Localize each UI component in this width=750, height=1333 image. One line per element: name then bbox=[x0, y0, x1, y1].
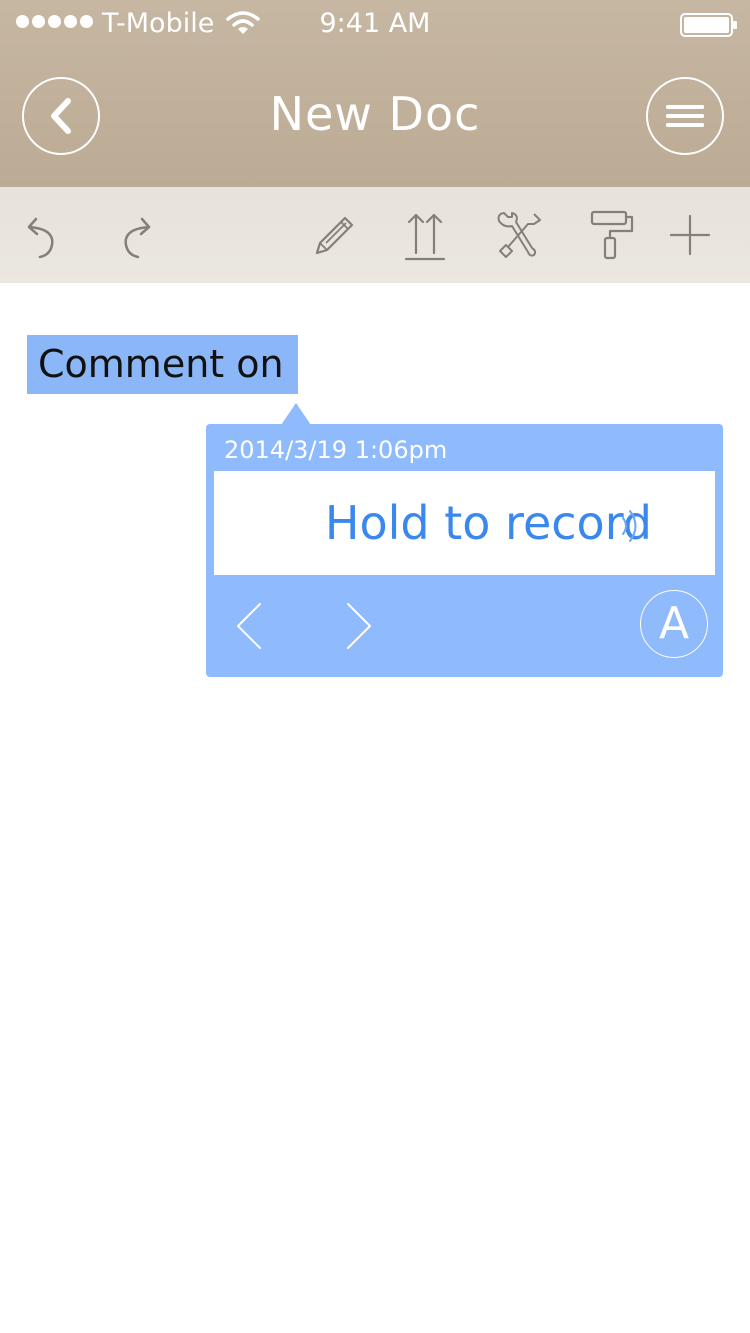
redo-button[interactable] bbox=[106, 205, 166, 265]
undo-button[interactable] bbox=[12, 205, 72, 265]
add-button[interactable] bbox=[660, 205, 720, 265]
header: T-Mobile 9:41 AM New Doc bbox=[0, 0, 750, 187]
upload-arrows-icon bbox=[404, 213, 446, 261]
status-bar: T-Mobile 9:41 AM bbox=[0, 0, 750, 48]
record-button[interactable]: Hold to record bbox=[214, 471, 715, 575]
battery-icon bbox=[680, 13, 738, 41]
hamburger-menu-icon bbox=[666, 105, 704, 127]
comment-pointer bbox=[281, 403, 311, 425]
sound-waves-icon bbox=[622, 510, 637, 542]
author-avatar[interactable]: A bbox=[640, 590, 708, 658]
undo-icon bbox=[27, 217, 54, 259]
comment-date: 2014/3/19 1:06pm bbox=[224, 436, 448, 464]
export-button[interactable] bbox=[396, 205, 456, 265]
redo-icon bbox=[124, 217, 151, 259]
chevron-left-icon bbox=[237, 603, 261, 649]
pencil-icon bbox=[315, 216, 354, 255]
status-time: 9:41 AM bbox=[319, 8, 431, 39]
page-title: New Doc bbox=[269, 87, 481, 141]
style-button[interactable] bbox=[581, 205, 641, 265]
next-comment-button[interactable] bbox=[338, 600, 378, 656]
plus-icon bbox=[669, 214, 711, 256]
chevron-right-icon bbox=[347, 603, 371, 649]
comment-popover: 2014/3/19 1:06pm Hold to record A bbox=[206, 424, 723, 677]
wrench-screwdriver-icon bbox=[497, 212, 541, 258]
tools-button[interactable] bbox=[488, 205, 548, 265]
edit-button[interactable] bbox=[303, 205, 363, 265]
menu-button[interactable] bbox=[646, 77, 724, 155]
prev-comment-button[interactable] bbox=[230, 600, 270, 656]
record-label: Hold to record bbox=[324, 496, 652, 550]
selected-text[interactable]: Comment on bbox=[27, 335, 298, 394]
toolbar bbox=[0, 187, 750, 283]
paint-roller-icon bbox=[590, 210, 634, 260]
